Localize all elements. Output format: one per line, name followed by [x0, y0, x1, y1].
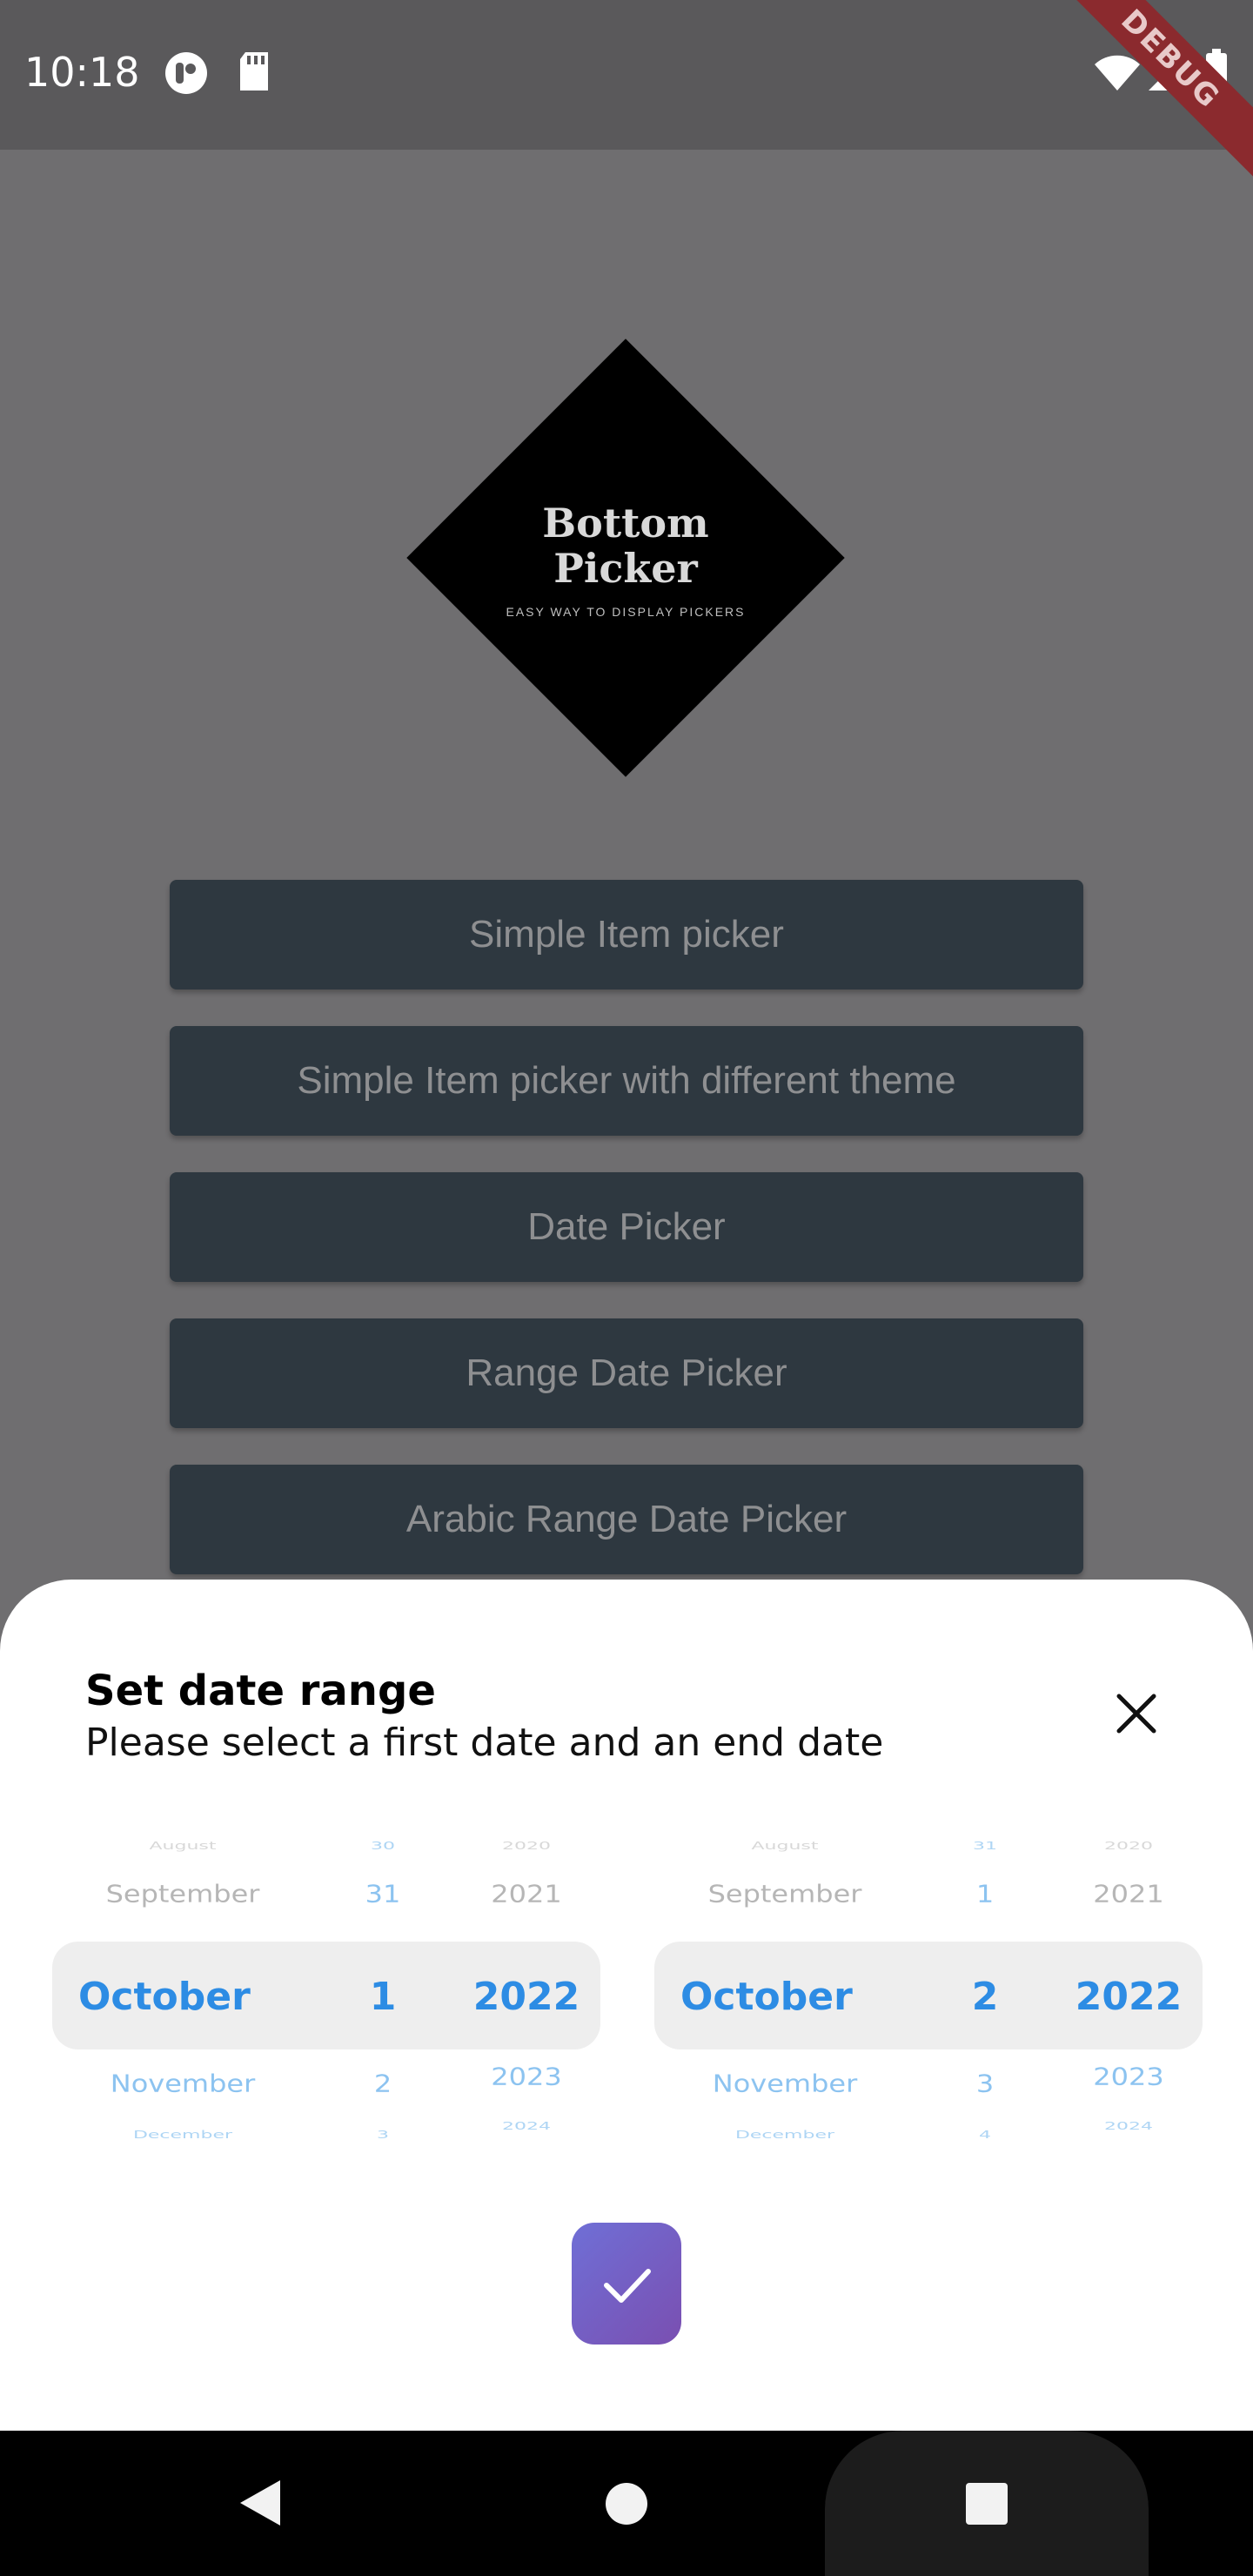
start-year-selected: 2022 [472, 1975, 580, 2019]
notification-badge-icon [165, 52, 207, 94]
start-day-item: 3 [377, 2129, 389, 2142]
end-month-item: August [751, 1840, 819, 1853]
wifi-icon [1095, 55, 1140, 91]
end-year-item: 2020 [1104, 1840, 1153, 1853]
end-year-item: 2021 [1093, 1879, 1164, 1909]
home-icon[interactable] [604, 2481, 649, 2526]
start-day-selected: 1 [369, 1975, 397, 2019]
start-month-item: November [110, 2069, 256, 2098]
end-year-item: 2023 [1093, 2062, 1164, 2091]
start-month-selected: October [78, 1975, 251, 2019]
recents-icon[interactable] [964, 2481, 1009, 2526]
start-day-item: 31 [365, 1879, 401, 1909]
start-month-item: September [105, 1879, 260, 1909]
sheet-subtitle: Please select a first date and an end da… [85, 1721, 884, 1765]
end-day-item: 31 [973, 1840, 997, 1853]
back-icon[interactable] [235, 2477, 284, 2529]
start-year-wheel[interactable]: 2020 2021 2022 2023 2024 [461, 1832, 592, 2189]
start-year-item: 2020 [502, 1840, 551, 1853]
end-month-selected: October [680, 1975, 853, 2019]
range-date-picker-button[interactable]: Range Date Picker [170, 1318, 1083, 1428]
check-icon [604, 2269, 651, 2303]
sheet-title: Set date range [85, 1667, 436, 1715]
start-month-wheel[interactable]: August September October November Decemb… [61, 1832, 305, 2189]
system-navigation-bar [0, 2431, 1253, 2576]
end-year-selected: 2022 [1075, 1975, 1183, 2019]
logo-title-line2: Picker [553, 545, 698, 592]
status-bar: 10:18 DEBUG [0, 0, 1253, 178]
simple-item-picker-button[interactable]: Simple Item picker [170, 880, 1083, 989]
end-day-selected: 2 [971, 1975, 999, 2019]
start-day-item: 2 [373, 2069, 392, 2098]
logo-tagline: EASY WAY TO DISPLAY PICKERS [506, 605, 746, 619]
close-icon[interactable] [1114, 1691, 1159, 1736]
end-year-wheel[interactable]: 2020 2021 2022 2023 2024 [1063, 1832, 1194, 2189]
end-month-wheel[interactable]: August September October November Decemb… [663, 1832, 907, 2189]
logo-title-line1: Bottom [542, 500, 709, 547]
end-day-item: 3 [975, 2069, 995, 2098]
end-day-item: 4 [979, 2129, 991, 2142]
start-day-item: 30 [371, 1840, 395, 1853]
start-year-item: 2023 [491, 2062, 562, 2091]
start-year-item: 2021 [491, 1879, 562, 1909]
end-month-item: December [734, 2129, 835, 2142]
app-logo: Bottom Picker EASY WAY TO DISPLAY PICKER… [406, 339, 845, 777]
start-month-item: August [149, 1840, 217, 1853]
sd-card-icon [240, 52, 268, 91]
start-year-item: 2024 [502, 2120, 551, 2133]
start-month-item: December [132, 2129, 233, 2142]
status-time: 10:18 [24, 49, 140, 96]
confirm-button[interactable] [572, 2223, 681, 2345]
date-picker-button[interactable]: Date Picker [170, 1172, 1083, 1282]
end-month-item: September [707, 1879, 862, 1909]
end-year-item: 2024 [1104, 2120, 1153, 2133]
end-month-item: November [712, 2069, 858, 2098]
start-day-wheel[interactable]: 30 31 1 2 3 [339, 1832, 426, 2189]
end-day-wheel[interactable]: 31 1 2 3 4 [941, 1832, 1029, 2189]
arabic-range-date-picker-button[interactable]: Arabic Range Date Picker [170, 1465, 1083, 1574]
themed-item-picker-button[interactable]: Simple Item picker with different theme [170, 1026, 1083, 1136]
end-date-picker[interactable]: August September October November Decemb… [654, 1832, 1203, 2189]
start-date-picker[interactable]: August September October November Decemb… [52, 1832, 600, 2189]
end-day-item: 1 [975, 1879, 995, 1909]
